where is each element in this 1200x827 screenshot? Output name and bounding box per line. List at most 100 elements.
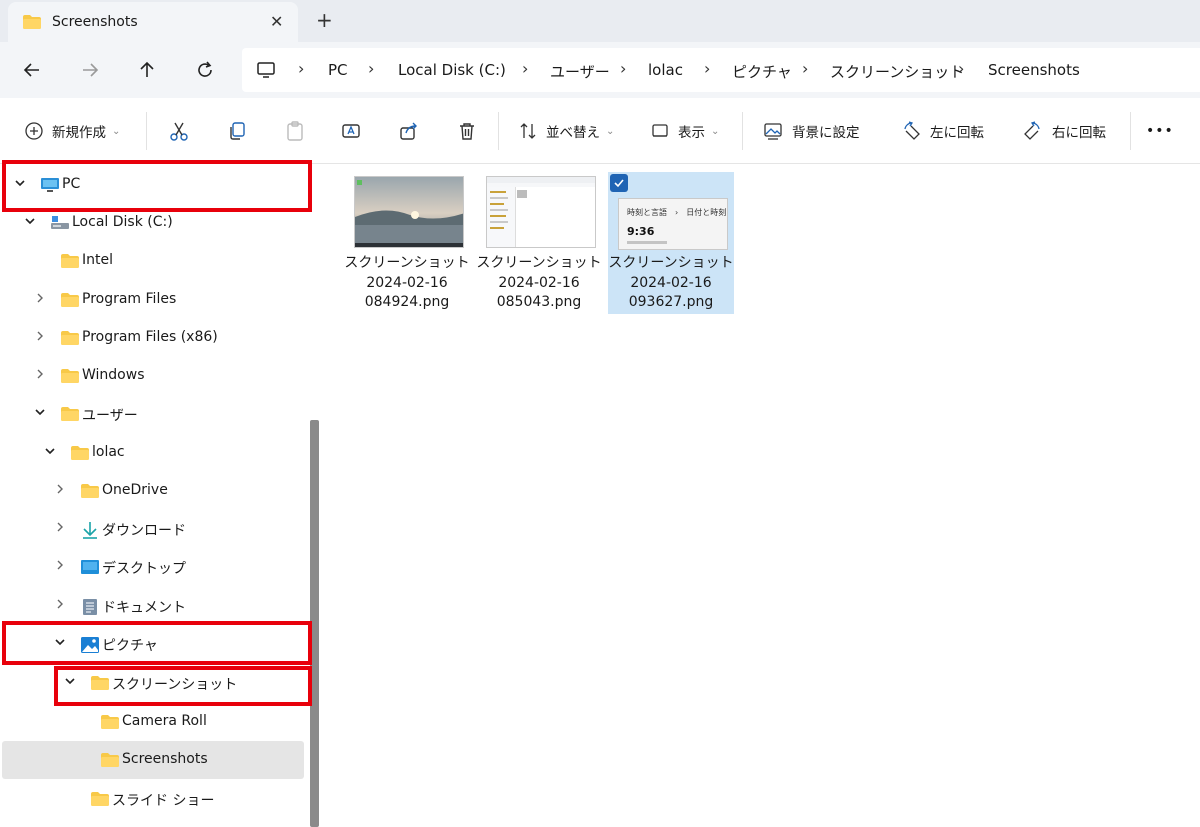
download-icon [80,521,100,543]
sort-icon [520,123,536,139]
highlight-box-pictures [2,621,312,665]
wallpaper-icon [764,123,782,140]
chevron-right-icon: › [368,59,375,78]
tree-label: ドキュメント [102,600,186,616]
chevron-right-icon: › [620,59,627,78]
checkbox-checked[interactable] [610,174,628,192]
tree-label: Program Files (x86) [82,329,218,345]
share-icon [400,122,417,140]
document-icon [82,598,98,620]
file-item[interactable]: スクリーンショット 2024-02-16 084924.png [344,172,470,314]
cut-button[interactable] [168,118,190,144]
drive-icon [50,215,70,235]
tree-item-intel[interactable]: Intel [2,242,304,280]
chevron-right-icon[interactable] [54,521,66,537]
tree-item-slideshow[interactable]: スライド ショー [2,780,304,818]
folder-icon [60,292,80,312]
chevron-right-icon: › [522,59,529,78]
folder-icon [60,330,80,350]
tree-label: Camera Roll [122,713,207,729]
divider [1130,112,1131,150]
navigation-pane: PC Local Disk (C:) Intel Program Files P… [0,164,322,827]
close-tab-icon[interactable]: ✕ [270,12,283,31]
tree-label: スライド ショー [112,793,215,809]
new-tab-button[interactable]: + [316,8,333,32]
tree-item-lolac[interactable]: lolac [2,434,304,472]
tree-item-screenshots[interactable]: Screenshots [2,741,304,779]
chevron-down-icon[interactable] [24,215,36,231]
tree-item-onedrive[interactable]: OneDrive [2,472,304,510]
command-bar: 新規作成 ⌄ 並べ替え ⌄ 表示 ⌄ 背景に設定 左に回転 右に回転 ••• [0,98,1200,164]
rotate-left-label: 左に回転 [930,125,984,141]
scissors-icon [170,122,188,141]
set-background-button[interactable]: 背景に設定 [762,118,860,144]
chevron-right-icon[interactable] [34,330,46,346]
tree-item-downloads[interactable]: ダウンロード [2,510,304,548]
sort-button[interactable]: 並べ替え ⌄ [518,118,614,144]
folder-icon [60,406,80,426]
chevron-down-icon[interactable] [34,406,46,422]
chevron-right-icon[interactable] [54,598,66,614]
file-name: スクリーンショット 2024-02-16 084924.png [344,255,470,310]
arrow-left-icon [23,63,39,77]
rename-button[interactable] [340,118,362,144]
tree-item-documents[interactable]: ドキュメント [2,587,304,625]
breadcrumb-users[interactable]: ユーザー [550,61,610,82]
chevron-right-icon[interactable] [34,368,46,384]
thumbnail-line [627,241,667,244]
tree-item-camera-roll[interactable]: Camera Roll [2,703,304,741]
paste-button[interactable] [284,118,306,144]
rotate-right-icon [1024,121,1040,140]
tab-screenshots[interactable]: Screenshots ✕ [8,2,298,42]
folder-icon [22,14,42,34]
copy-button[interactable] [226,118,248,144]
plus-circle-icon [25,122,43,140]
up-button[interactable] [133,56,161,84]
image-thumbnail [486,176,596,248]
file-item-selected[interactable]: 時刻と言語 › 日付と時刻 9:36 スクリーンショット 2024-02-16 … [608,172,734,314]
divider [742,112,743,150]
highlight-box-pc [2,160,312,212]
rotate-left-button[interactable]: 左に回転 [900,118,984,144]
arrow-right-icon [83,63,99,77]
delete-button[interactable] [456,118,478,144]
tab-title: Screenshots [52,14,138,30]
breadcrumb-screenshots[interactable]: Screenshots [988,61,1080,79]
trash-icon [460,123,474,140]
back-button[interactable] [18,56,46,84]
chevron-down-icon: ⌄ [711,125,720,137]
chevron-down-icon[interactable] [44,445,56,461]
chevron-right-icon[interactable] [34,292,46,308]
chevron-right-icon[interactable] [54,483,66,499]
tree-item-program-files[interactable]: Program Files [2,281,304,319]
share-button[interactable] [398,118,420,144]
rotate-right-button[interactable]: 右に回転 [1022,118,1106,144]
breadcrumb-local-disk[interactable]: Local Disk (C:) [398,61,506,79]
breadcrumb-pc[interactable]: PC [328,61,348,79]
new-button[interactable]: 新規作成 ⌄ [24,118,120,144]
view-button[interactable]: 表示 ⌄ [650,118,719,144]
folder-icon [60,368,80,388]
more-options-button[interactable]: ••• [1146,118,1174,144]
address-field[interactable]: › PC › Local Disk (C:) › ユーザー › lolac › … [242,48,1200,92]
tree-item-users[interactable]: ユーザー [2,395,304,433]
file-item[interactable]: スクリーンショット 2024-02-16 085043.png [476,172,602,314]
tab-bar: Screenshots ✕ + [0,0,1200,42]
breadcrumb-lolac[interactable]: lolac [648,61,683,79]
tree-item-windows[interactable]: Windows [2,357,304,395]
chevron-right-icon: › [958,59,965,78]
highlight-box-screenshot-folder [54,666,312,706]
tree-label: Local Disk (C:) [72,214,173,230]
chevron-down-icon: ⌄ [112,125,121,137]
chevron-right-icon[interactable] [54,559,66,575]
forward-button[interactable] [76,56,104,84]
tree-item-desktop[interactable]: デスクトップ [2,548,304,586]
tree-label: ユーザー [82,408,138,424]
file-name: スクリーンショット 2024-02-16 093627.png [608,255,734,310]
tree-label: Intel [82,252,113,268]
refresh-button[interactable] [191,56,219,84]
breadcrumb-pictures[interactable]: ピクチャ [732,61,792,82]
breadcrumb-screenshot-jp[interactable]: スクリーンショット [830,61,964,82]
tree-item-program-files-x86[interactable]: Program Files (x86) [2,319,304,357]
tree-label: Windows [82,367,145,383]
